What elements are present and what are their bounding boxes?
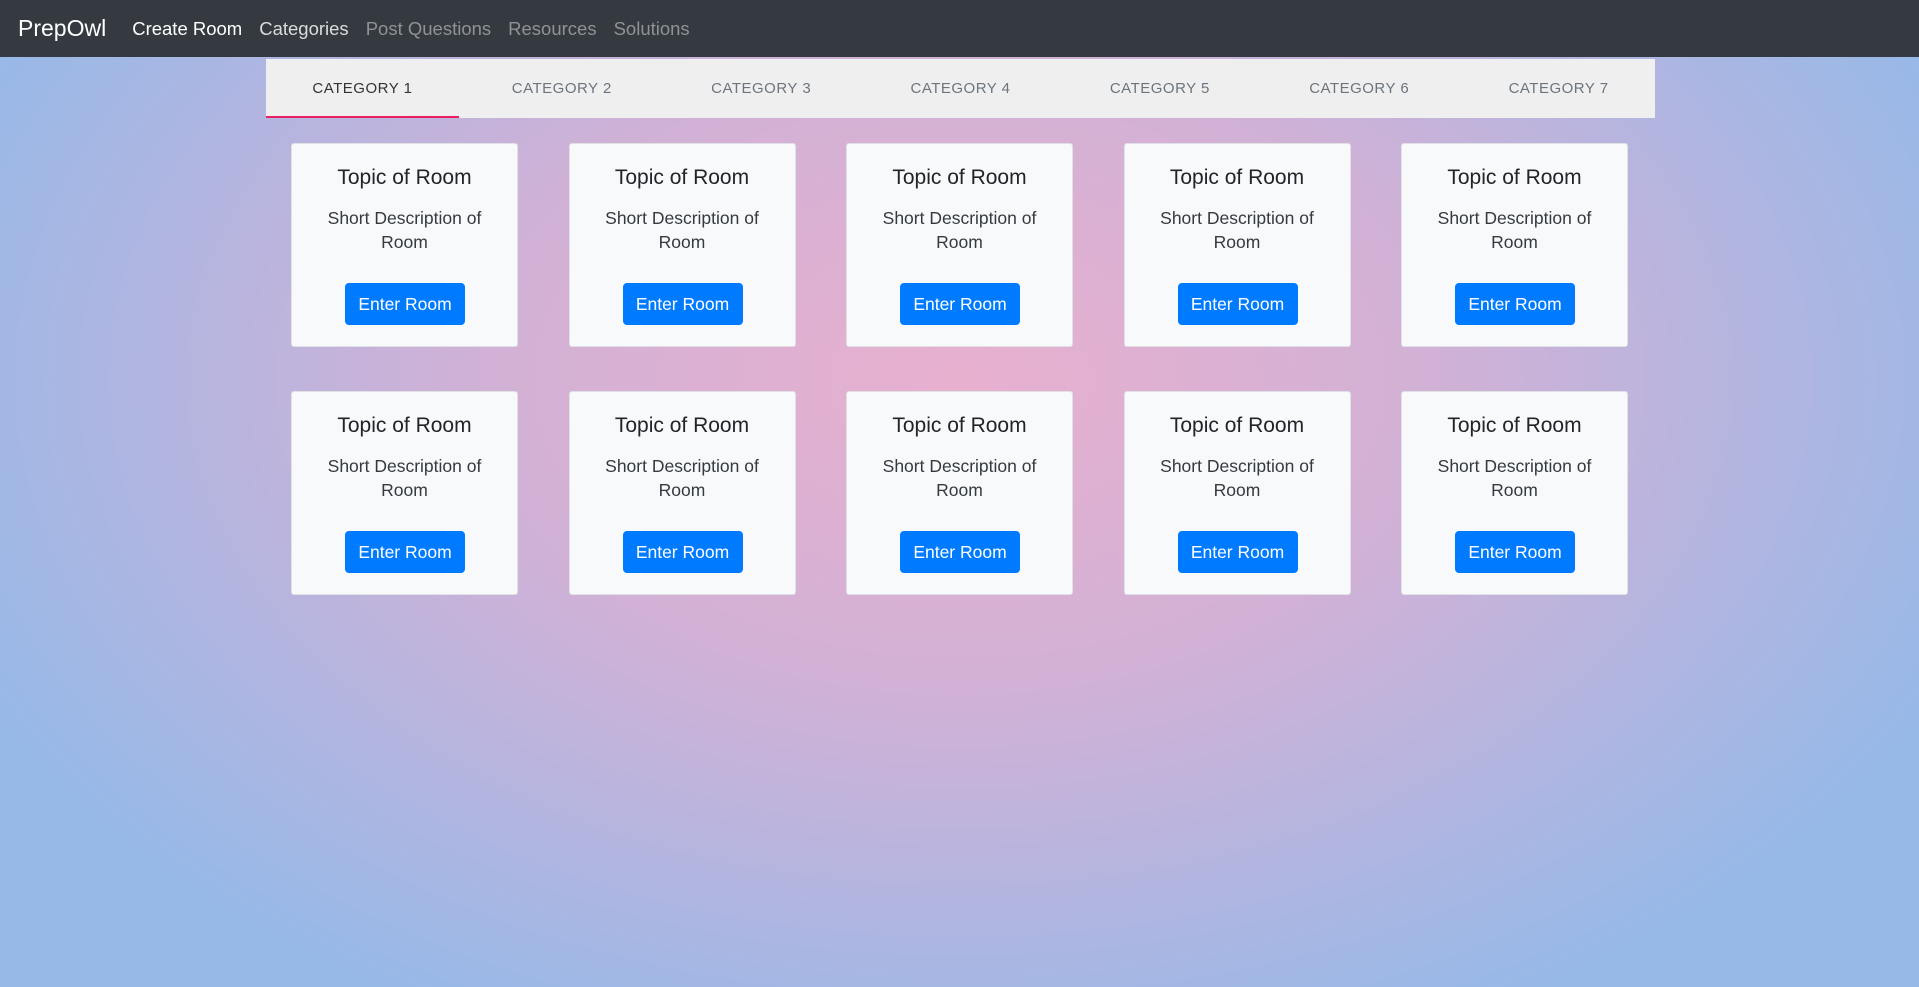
tab-category-2[interactable]: CATEGORY 2 [465, 59, 658, 118]
tab-category-4[interactable]: CATEGORY 4 [864, 59, 1057, 118]
room-title: Topic of Room [1447, 414, 1582, 437]
room-description: Short Description of Room [882, 208, 1037, 252]
room-card: Topic of Room Short Description of Room … [1401, 143, 1628, 347]
tab-category-1[interactable]: CATEGORY 1 [266, 59, 459, 118]
enter-room-button[interactable]: Enter Room [900, 283, 1020, 325]
room-description: Short Description of Room [1160, 208, 1314, 252]
room-card: Topic of Room Short Description of Room … [1401, 391, 1628, 595]
nav-link-categories[interactable]: Categories [259, 18, 348, 40]
nav-link-resources[interactable]: Resources [508, 18, 596, 40]
enter-room-button[interactable]: Enter Room [622, 283, 743, 325]
nav-link-post-questions[interactable]: Post Questions [366, 18, 491, 40]
room-card: Topic of Room Short Description of Room … [846, 143, 1073, 347]
room-card: Topic of Room Short Description of Room … [568, 143, 796, 347]
room-description: Short Description of Room [1437, 208, 1592, 252]
room-description: Short Description of Room [1160, 456, 1314, 500]
enter-room-button[interactable]: Enter Room [900, 531, 1020, 573]
tab-category-3[interactable]: CATEGORY 3 [665, 59, 858, 118]
nav-link-create-room[interactable]: Create Room [132, 18, 242, 40]
tab-category-5[interactable]: CATEGORY 5 [1063, 59, 1256, 118]
enter-room-button[interactable]: Enter Room [1177, 283, 1298, 325]
room-description: Short Description of Room [1437, 456, 1592, 500]
top-navbar: PrepOwl Create Room Categories Post Ques… [0, 0, 1919, 57]
room-title: Topic of Room [614, 166, 750, 189]
room-title: Topic of Room [1169, 166, 1305, 189]
room-title: Topic of Room [614, 414, 750, 437]
nav-link-solutions[interactable]: Solutions [614, 18, 690, 40]
room-description: Short Description of Room [605, 208, 759, 252]
enter-room-button[interactable]: Enter Room [622, 531, 743, 573]
room-title: Topic of Room [892, 414, 1027, 437]
enter-room-button[interactable]: Enter Room [345, 283, 465, 325]
room-title: Topic of Room [1447, 166, 1582, 189]
tab-category-7[interactable]: CATEGORY 7 [1462, 59, 1655, 118]
room-description: Short Description of Room [327, 208, 482, 252]
room-card: Topic of Room Short Description of Room … [846, 391, 1073, 595]
room-card: Topic of Room Short Description of Room … [568, 391, 796, 595]
room-title: Topic of Room [1169, 414, 1305, 437]
enter-room-button[interactable]: Enter Room [345, 531, 465, 573]
room-title: Topic of Room [337, 414, 472, 437]
brand-logo[interactable]: PrepOwl [18, 15, 106, 42]
room-description: Short Description of Room [605, 456, 759, 500]
room-card: Topic of Room Short Description of Room … [291, 391, 518, 595]
enter-room-button[interactable]: Enter Room [1455, 283, 1575, 325]
category-tabs: CATEGORY 1 CATEGORY 2 CATEGORY 3 CATEGOR… [266, 59, 1655, 118]
enter-room-button[interactable]: Enter Room [1455, 531, 1575, 573]
room-description: Short Description of Room [327, 456, 482, 500]
room-title: Topic of Room [892, 166, 1027, 189]
room-card: Topic of Room Short Description of Room … [291, 143, 518, 347]
room-card: Topic of Room Short Description of Room … [1123, 391, 1351, 595]
room-description: Short Description of Room [882, 456, 1037, 500]
room-card: Topic of Room Short Description of Room … [1123, 143, 1351, 347]
enter-room-button[interactable]: Enter Room [1177, 531, 1298, 573]
room-title: Topic of Room [337, 166, 472, 189]
tab-category-6[interactable]: CATEGORY 6 [1263, 59, 1456, 118]
